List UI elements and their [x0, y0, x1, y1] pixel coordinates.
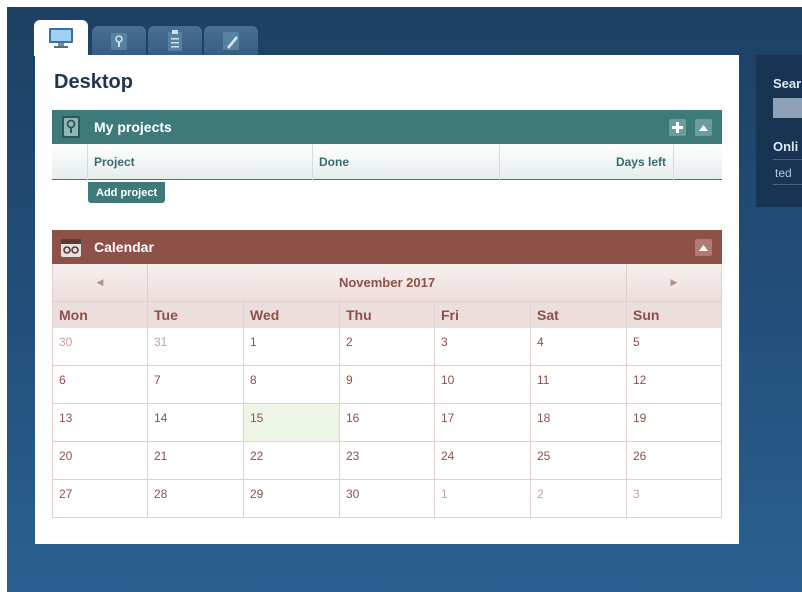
desktop-panel: Desktop My projects Project Done Days le… — [35, 55, 739, 544]
calendar-day[interactable]: 26 — [627, 442, 722, 480]
previous-month-button[interactable]: ◀ — [53, 264, 148, 301]
calendar-day[interactable]: 13 — [53, 404, 148, 442]
calendar-day[interactable]: 9 — [340, 366, 435, 404]
online-label: Onli — [773, 139, 799, 154]
calendar-day[interactable]: 2 — [340, 328, 435, 366]
collapse-projects-button[interactable] — [695, 119, 712, 136]
collapse-icon — [699, 244, 708, 251]
calendar-day[interactable]: 3 — [435, 328, 531, 366]
calendar-day[interactable]: 31 — [148, 328, 244, 366]
projects-widget: My projects Project Done Days left Add p… — [52, 110, 722, 203]
calendar-day[interactable]: 18 — [531, 404, 627, 442]
calendar-day[interactable]: 4 — [531, 328, 627, 366]
online-user[interactable]: ted — [775, 166, 792, 180]
weekday-header: Tue — [148, 301, 244, 328]
calendar-day[interactable]: 28 — [148, 480, 244, 518]
calendar-day[interactable]: 30 — [53, 328, 148, 366]
weekday-header: Mon — [53, 301, 148, 328]
projects-title: My projects — [94, 119, 172, 135]
calendar-navigation: ◀ November 2017 ▶ — [52, 264, 722, 301]
clipboard-icon — [164, 29, 186, 53]
search-label: Sear — [773, 76, 802, 91]
column-done[interactable]: Done — [312, 144, 499, 180]
weekday-header: Thu — [340, 301, 435, 328]
calendar-day[interactable]: 6 — [53, 366, 148, 404]
calendar-day[interactable]: 25 — [531, 442, 627, 480]
desktop-background: Desktop My projects Project Done Days le… — [7, 7, 802, 592]
notepad-icon — [220, 29, 242, 53]
plus-icon — [672, 122, 683, 133]
calendar-day[interactable]: 19 — [627, 404, 722, 442]
calendar-day[interactable]: 15 — [244, 404, 340, 442]
side-panel: Sear Onli ted — [756, 55, 802, 207]
calendar-day[interactable]: 23 — [340, 442, 435, 480]
divider — [773, 159, 802, 160]
calendar-day[interactable]: 1 — [244, 328, 340, 366]
divider — [773, 184, 802, 185]
calendar-title: Calendar — [94, 239, 154, 255]
calendar-day[interactable]: 27 — [53, 480, 148, 518]
projects-icon — [108, 30, 130, 52]
tab-projects[interactable] — [92, 26, 146, 56]
calendar-day[interactable]: 5 — [627, 328, 722, 366]
calendar-day[interactable]: 3 — [627, 480, 722, 518]
collapse-icon — [699, 124, 708, 131]
calendar-day[interactable]: 10 — [435, 366, 531, 404]
calendar-day[interactable]: 16 — [340, 404, 435, 442]
tab-desktop[interactable] — [34, 20, 88, 56]
monitor-icon — [47, 26, 75, 50]
tab-notes[interactable] — [204, 26, 258, 56]
add-project-icon-button[interactable] — [669, 119, 686, 136]
page-title: Desktop — [54, 71, 133, 93]
calendar-day[interactable]: 22 — [244, 442, 340, 480]
calendar-widget: Calendar ◀ November 2017 ▶ Mon Tue Wed Thu F… — [52, 230, 722, 518]
calendar-day[interactable]: 7 — [148, 366, 244, 404]
calendar-day[interactable]: 20 — [53, 442, 148, 480]
weekday-header: Sat — [531, 301, 627, 328]
next-month-button[interactable]: ▶ — [626, 264, 721, 301]
calendar-header: Calendar — [52, 230, 722, 264]
calendar-day[interactable]: 2 — [531, 480, 627, 518]
calendar-day[interactable]: 24 — [435, 442, 531, 480]
weekday-header: Sun — [627, 301, 722, 328]
projects-table-header: Project Done Days left — [52, 144, 722, 180]
calendar-day[interactable]: 17 — [435, 404, 531, 442]
calendar-grid: Mon Tue Wed Thu Fri Sat Sun 30 31 1 2 3 4 5 6 7 8 9 10 11 12… — [52, 301, 722, 518]
tab-tasks[interactable] — [148, 26, 202, 56]
search-input[interactable] — [773, 98, 802, 118]
calendar-day[interactable]: 11 — [531, 366, 627, 404]
calendar-day[interactable]: 29 — [244, 480, 340, 518]
calendar-icon — [56, 232, 86, 262]
calendar-day[interactable]: 21 — [148, 442, 244, 480]
calendar-day[interactable]: 1 — [435, 480, 531, 518]
calendar-month-label: November 2017 — [338, 275, 436, 290]
column-actions — [673, 144, 722, 180]
calendar-day[interactable]: 30 — [340, 480, 435, 518]
projects-icon — [56, 112, 86, 142]
calendar-day[interactable]: 8 — [244, 366, 340, 404]
collapse-calendar-button[interactable] — [695, 239, 712, 256]
column-days-left[interactable]: Days left — [499, 144, 673, 180]
weekday-header: Fri — [435, 301, 531, 328]
calendar-day[interactable]: 12 — [627, 366, 722, 404]
weekday-header: Wed — [244, 301, 340, 328]
add-project-button[interactable]: Add project — [88, 182, 166, 203]
column-project[interactable]: Project — [87, 144, 312, 180]
calendar-day[interactable]: 14 — [148, 404, 244, 442]
projects-header: My projects — [52, 110, 722, 144]
